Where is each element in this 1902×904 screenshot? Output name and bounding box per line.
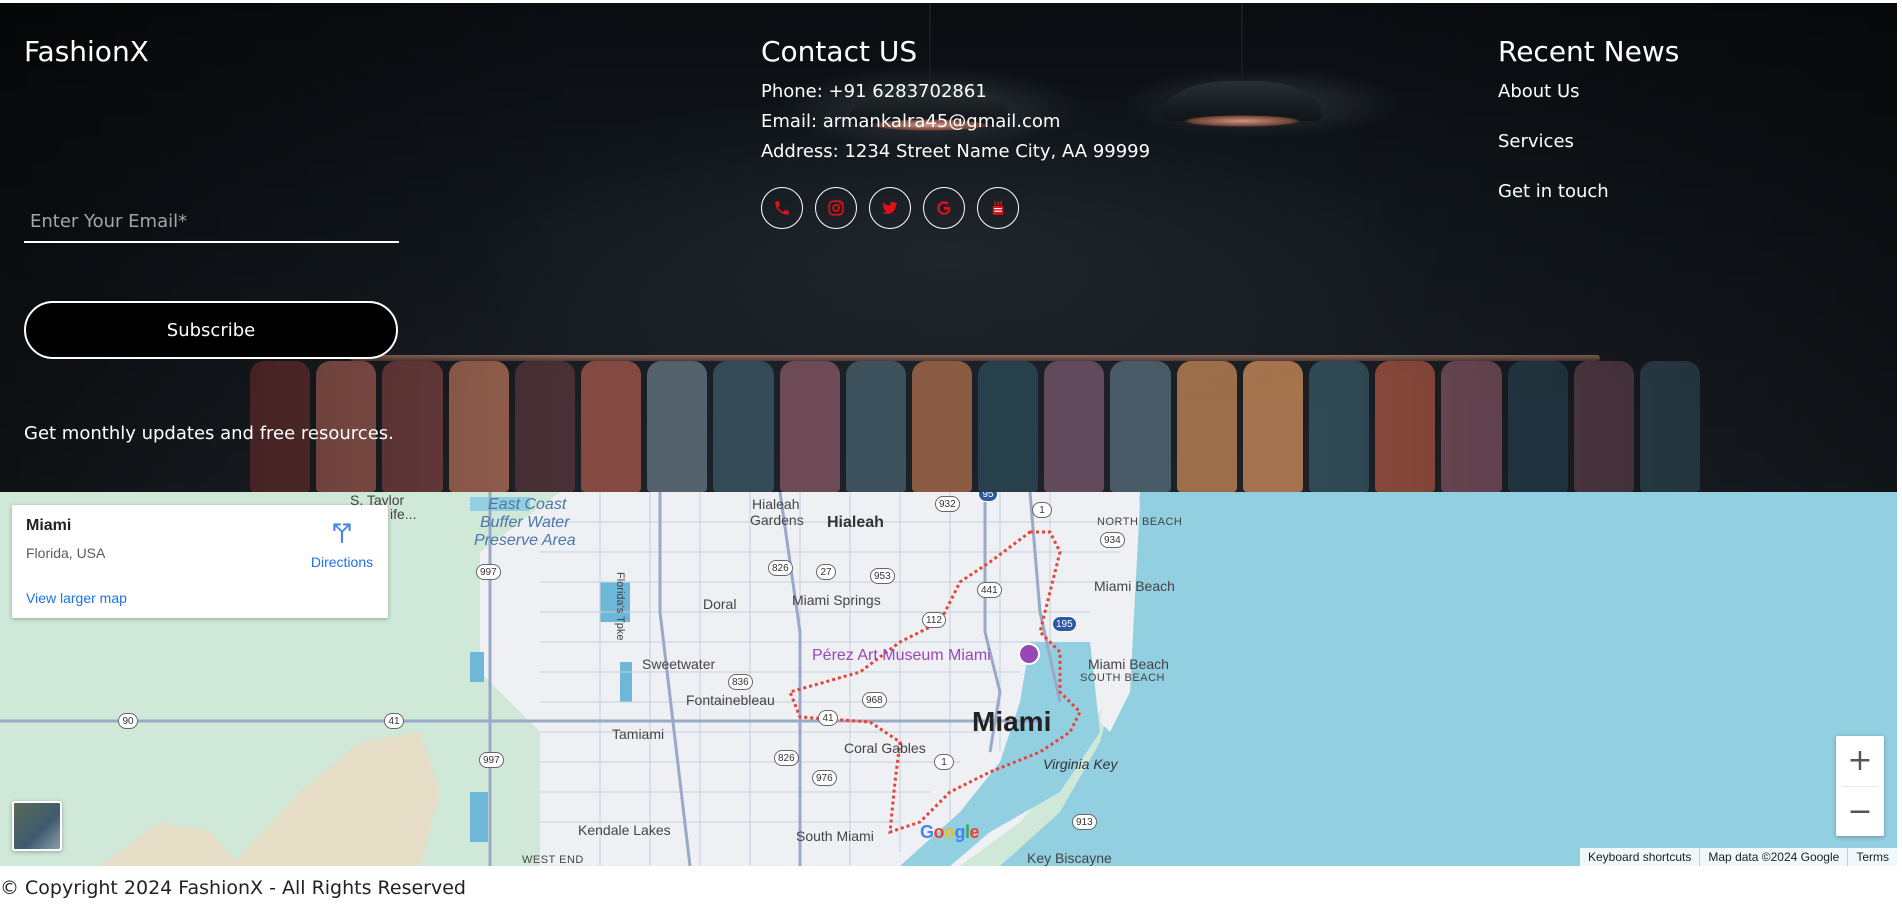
map-label: Virginia Key (1043, 756, 1118, 772)
road-shield: 826 (774, 750, 799, 766)
map-label: Miami Beach (1094, 578, 1175, 594)
youtube-button[interactable] (977, 187, 1019, 229)
twitter-icon (882, 201, 898, 214)
map-label: Key Biscayne (1027, 850, 1112, 866)
road-shield: 976 (812, 770, 837, 786)
contact-phone: Phone: +91 6283702861 (761, 81, 987, 102)
road-shield: 997 (476, 564, 501, 580)
brand-logo: FashionX (24, 35, 149, 68)
road-shield: 1 (1032, 502, 1052, 518)
map-label: WEST END (522, 854, 584, 866)
contact-address: Address: 1234 Street Name City, AA 99999 (761, 141, 1151, 162)
map-attribution: Keyboard shortcuts Map data ©2024 Google… (1580, 848, 1897, 866)
map-label: Hialeah (827, 514, 884, 531)
directions-button[interactable]: Directions (297, 519, 387, 570)
map-label: Doral (703, 596, 737, 612)
instagram-icon (828, 200, 844, 216)
lamp-cord (1241, 3, 1243, 83)
road-shield: 836 (728, 674, 753, 690)
google-button[interactable] (923, 187, 965, 229)
pendant-lamp (1162, 81, 1322, 127)
map-label: Gardens (750, 512, 804, 528)
footer-section: FashionX Subscribe Get monthly updates a… (0, 3, 1897, 492)
map-poi-label: Pérez Art Museum Miami (812, 647, 991, 664)
phone-button[interactable] (761, 187, 803, 229)
map-label: SOUTH BEACH (1080, 672, 1165, 684)
news-title: Recent News (1498, 35, 1680, 68)
embedded-map[interactable]: S. Taylor ife... East Coast Buffer Water… (0, 492, 1897, 866)
email-field[interactable] (24, 201, 399, 241)
keyboard-shortcuts-link[interactable]: Keyboard shortcuts (1580, 848, 1699, 866)
map-label: Tamiami (612, 726, 665, 742)
road-shield: 90 (118, 713, 138, 729)
twitter-button[interactable] (869, 187, 911, 229)
directions-icon (333, 523, 351, 543)
zoom-out-button[interactable]: − (1836, 787, 1884, 836)
map-place-region: Florida, USA (26, 545, 106, 561)
map-info-card: Miami Florida, USA View larger map Direc… (12, 505, 388, 618)
news-link-contact[interactable]: Get in touch (1498, 181, 1609, 202)
terms-link[interactable]: Terms (1847, 848, 1897, 866)
map-label: Miami Springs (792, 592, 881, 608)
google-logo: Google (920, 822, 980, 842)
social-links (761, 187, 1019, 229)
instagram-button[interactable] (815, 187, 857, 229)
map-label: Fontainebleau (686, 692, 775, 708)
map-label: NORTH BEACH (1097, 516, 1183, 528)
youtube-icon (992, 201, 1004, 215)
map-label: South Miami (796, 828, 874, 844)
map-label: Sweetwater (642, 656, 716, 672)
map-label: Buffer Water (480, 514, 570, 531)
view-larger-map-link[interactable]: View larger map (26, 590, 127, 606)
road-shield: 968 (862, 692, 887, 708)
road-shield: 826 (768, 560, 793, 576)
map-label: Florida's Tpke (614, 572, 626, 641)
museum-icon[interactable] (1018, 643, 1040, 665)
map-label: Hialeah (752, 496, 800, 512)
map-label: Preserve Area (474, 532, 576, 549)
road-shield: 41 (384, 713, 404, 729)
road-shield: 1 (934, 754, 954, 770)
clothes-rack-image (250, 361, 1701, 492)
zoom-in-button[interactable]: + (1836, 736, 1884, 786)
email-field-wrapper (24, 201, 399, 243)
newsletter-tagline: Get monthly updates and free resources. (24, 423, 394, 444)
satellite-layer-toggle[interactable] (12, 801, 62, 851)
map-label: Coral Gables (844, 740, 926, 756)
zoom-controls: + − (1836, 736, 1884, 836)
map-label: Miami (972, 706, 1052, 737)
map-label: East Coast (488, 496, 567, 513)
news-link-services[interactable]: Services (1498, 131, 1574, 152)
road-shield: 932 (935, 496, 960, 512)
copyright-text: © Copyright 2024 FashionX - All Rights R… (0, 877, 466, 899)
lamp-cord (929, 3, 931, 88)
map-data-text: Map data ©2024 Google (1699, 848, 1847, 866)
google-icon (937, 201, 951, 215)
road-shield: 913 (1072, 814, 1097, 830)
road-shield: 953 (870, 568, 895, 584)
subscribe-button[interactable]: Subscribe (24, 301, 398, 359)
directions-label: Directions (310, 554, 374, 570)
map-label: Kendale Lakes (578, 822, 671, 838)
map-label: ife... (390, 506, 417, 522)
road-shield: 997 (479, 752, 504, 768)
news-link-about[interactable]: About Us (1498, 81, 1580, 102)
road-shield: 41 (818, 710, 838, 726)
contact-email: Email: armankalra45@gmail.com (761, 111, 1061, 132)
road-shield: 441 (977, 582, 1002, 598)
road-shield: 27 (816, 564, 836, 580)
map-label: Miami Beach (1088, 656, 1169, 672)
road-shield: 934 (1100, 532, 1125, 548)
road-shield: 112 (922, 612, 946, 628)
map-place-name: Miami (26, 517, 72, 534)
contact-title: Contact US (761, 35, 918, 68)
phone-icon (775, 201, 789, 215)
road-shield: 195 (1052, 616, 1077, 632)
